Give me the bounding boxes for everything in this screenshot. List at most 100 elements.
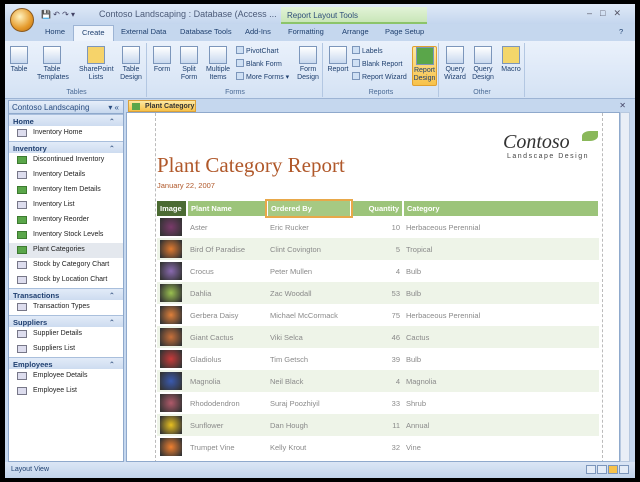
nav-item[interactable]: Supplier Details (9, 327, 123, 342)
nav-item[interactable]: Employee List (9, 384, 123, 399)
report-date[interactable]: January 22, 2007 (157, 181, 215, 190)
category-cell[interactable]: Shrub (403, 392, 599, 414)
plant-name-cell[interactable]: Aster (187, 216, 267, 238)
ordered-by-cell[interactable]: Zac Woodall (267, 282, 351, 304)
nav-item[interactable]: Employee Details (9, 369, 123, 384)
category-cell[interactable]: Bulb (403, 348, 599, 370)
quantity-cell[interactable]: 75 (351, 304, 403, 326)
nav-item[interactable]: Inventory Item Details (9, 183, 123, 198)
multiple-items-button[interactable]: Multiple Items (204, 46, 232, 82)
tab-create[interactable]: Create (73, 25, 114, 41)
category-cell[interactable]: Herbaceous Perennial (403, 304, 599, 326)
image-cell[interactable] (157, 216, 187, 238)
collapse-chevron-icon[interactable]: ⌃ (109, 318, 115, 327)
report-design-button[interactable]: Report Design (412, 46, 437, 86)
table-button[interactable]: Table (9, 46, 29, 74)
nav-collapse-icon[interactable]: ▾ « (108, 103, 119, 112)
labels-button[interactable]: Labels (352, 46, 383, 55)
ordered-by-cell[interactable]: Peter Mullen (267, 260, 351, 282)
query-wizard-button[interactable]: Query Wizard (443, 46, 467, 82)
ordered-by-cell[interactable]: Kelly Krout (267, 436, 351, 458)
ordered-by-cell[interactable]: Suraj Poozhiyil (267, 392, 351, 414)
report-wizard-button[interactable]: Report Wizard (352, 72, 407, 81)
collapse-chevron-icon[interactable]: ⌃ (109, 291, 115, 300)
layout-view-icon[interactable] (608, 465, 618, 474)
category-cell[interactable]: Vine (403, 436, 599, 458)
plant-name-cell[interactable]: Sunflower (187, 414, 267, 436)
plant-name-cell[interactable]: Dahlia (187, 282, 267, 304)
quantity-cell[interactable]: 53 (351, 282, 403, 304)
category-cell[interactable]: Bulb (403, 260, 599, 282)
nav-section-suppliers[interactable]: Suppliers⌃ (9, 315, 123, 327)
design-view-icon[interactable] (619, 465, 629, 474)
nav-pane-header[interactable]: Contoso Landscaping▾ « (9, 101, 123, 114)
nav-section-transactions[interactable]: Transactions⌃ (9, 288, 123, 300)
form-button[interactable]: Form (152, 46, 172, 74)
nav-section-home[interactable]: Home⌃ (9, 114, 123, 126)
nav-item[interactable]: Inventory Details (9, 168, 123, 183)
col-ordered-by[interactable]: Ordered By (267, 201, 351, 216)
plant-name-cell[interactable]: Magnolia (187, 370, 267, 392)
print-preview-icon[interactable] (597, 465, 607, 474)
collapse-chevron-icon[interactable]: ⌃ (109, 360, 115, 369)
report-view-icon[interactable] (586, 465, 596, 474)
nav-item[interactable]: Stock by Location Chart (9, 273, 123, 288)
category-cell[interactable]: Magnolia (403, 370, 599, 392)
nav-item[interactable]: Stock by Category Chart (9, 258, 123, 273)
quantity-cell[interactable]: 10 (351, 216, 403, 238)
more-forms-button[interactable]: More Forms ▾ (236, 72, 289, 81)
plant-name-cell[interactable]: Rhododendron (187, 392, 267, 414)
blank-form-button[interactable]: Blank Form (236, 59, 282, 68)
quantity-cell[interactable]: 5 (351, 238, 403, 260)
ordered-by-cell[interactable]: Tim Getsch (267, 348, 351, 370)
quantity-cell[interactable]: 46 (351, 326, 403, 348)
image-cell[interactable] (157, 304, 187, 326)
col-quantity[interactable]: Quantity (351, 201, 403, 216)
query-design-button[interactable]: Query Design (470, 46, 496, 82)
collapse-chevron-icon[interactable]: ⌃ (109, 117, 115, 126)
nav-section-employees[interactable]: Employees⌃ (9, 357, 123, 369)
nav-section-inventory[interactable]: Inventory⌃ (9, 141, 123, 153)
macro-button[interactable]: Macro (500, 46, 522, 74)
quantity-cell[interactable]: 33 (351, 392, 403, 414)
nav-item[interactable]: Plant Categories (9, 243, 123, 258)
col-image[interactable]: Image (157, 201, 187, 216)
plant-name-cell[interactable]: Crocus (187, 260, 267, 282)
quantity-cell[interactable]: 11 (351, 414, 403, 436)
ordered-by-cell[interactable]: Eric Rucker (267, 216, 351, 238)
plant-name-cell[interactable]: Gerbera Daisy (187, 304, 267, 326)
nav-item[interactable]: Inventory Stock Levels (9, 228, 123, 243)
nav-item[interactable]: Transaction Types (9, 300, 123, 315)
col-plant-name[interactable]: Plant Name (187, 201, 267, 216)
split-form-button[interactable]: Split Form (178, 46, 200, 82)
col-category[interactable]: Category (403, 201, 599, 216)
image-cell[interactable] (157, 238, 187, 260)
pivotchart-button[interactable]: PivotChart (236, 46, 279, 55)
doc-tab-plant-category[interactable]: Plant Category (128, 100, 196, 112)
nav-item[interactable]: Inventory Reorder (9, 213, 123, 228)
window-controls[interactable]: –□✕ (587, 8, 629, 19)
nav-item[interactable]: Suppliers List (9, 342, 123, 357)
plant-name-cell[interactable]: Trumpet Vine (187, 436, 267, 458)
category-cell[interactable]: Bulb (403, 282, 599, 304)
quantity-cell[interactable]: 39 (351, 348, 403, 370)
nav-item[interactable]: Inventory List (9, 198, 123, 213)
vertical-scrollbar[interactable] (620, 112, 630, 462)
quantity-cell[interactable]: 32 (351, 436, 403, 458)
tab-arrange[interactable]: Arrange (342, 27, 369, 36)
category-cell[interactable]: Annual (403, 414, 599, 436)
report-button[interactable]: Report (327, 46, 349, 74)
image-cell[interactable] (157, 326, 187, 348)
nav-item[interactable]: Inventory Home (9, 126, 123, 141)
image-cell[interactable] (157, 436, 187, 458)
category-cell[interactable]: Herbaceous Perennial (403, 216, 599, 238)
category-cell[interactable]: Cactus (403, 326, 599, 348)
image-cell[interactable] (157, 392, 187, 414)
quantity-cell[interactable]: 4 (351, 260, 403, 282)
ordered-by-cell[interactable]: Clint Covington (267, 238, 351, 260)
quantity-cell[interactable]: 4 (351, 370, 403, 392)
nav-item[interactable]: Discontinued Inventory (9, 153, 123, 168)
plant-name-cell[interactable]: Bird Of Paradise (187, 238, 267, 260)
collapse-chevron-icon[interactable]: ⌃ (109, 144, 115, 153)
category-cell[interactable]: Tropical (403, 238, 599, 260)
